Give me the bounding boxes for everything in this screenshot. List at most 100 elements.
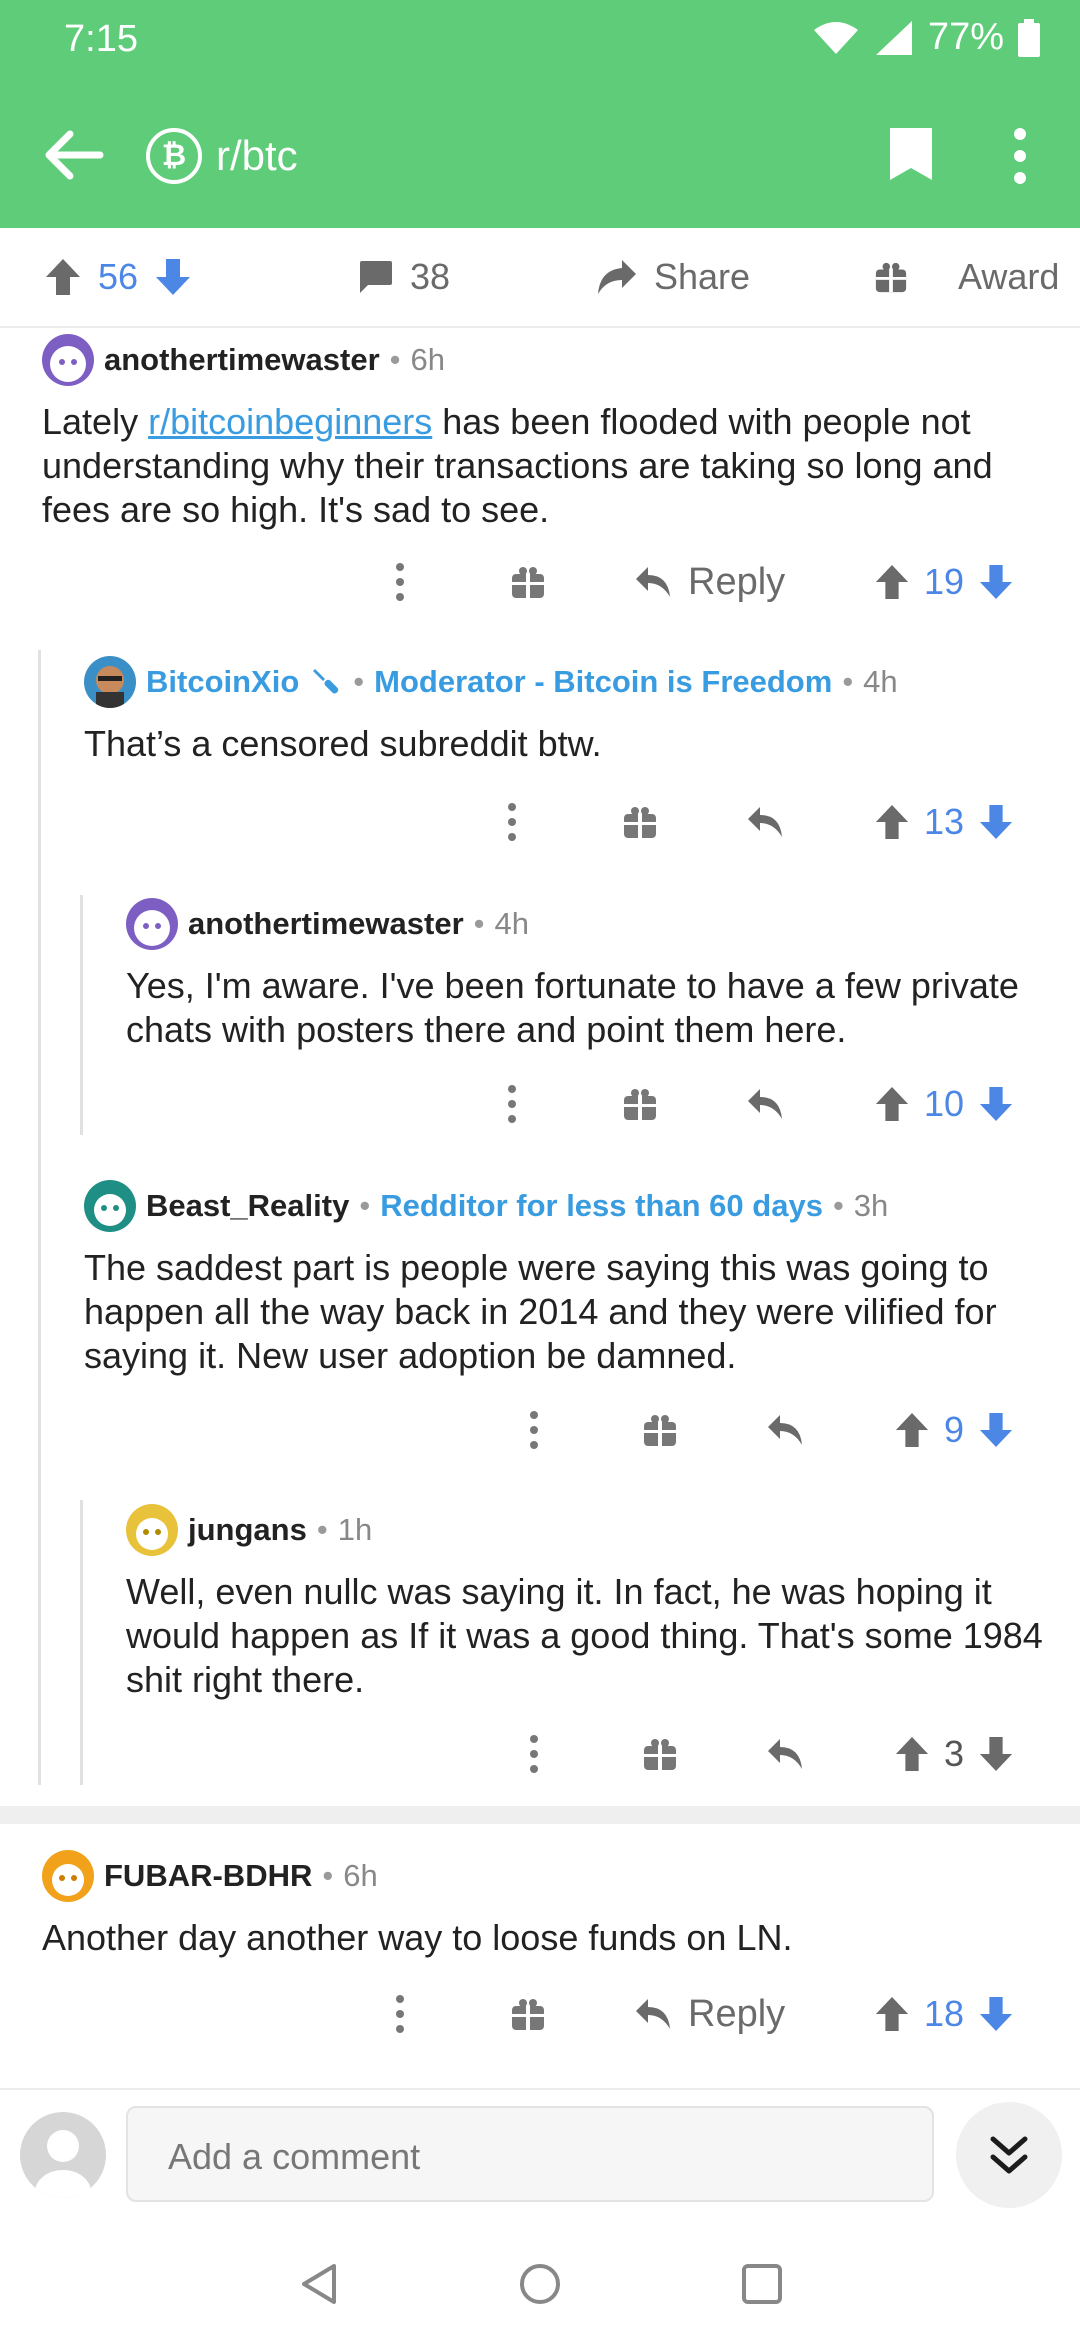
gift-icon[interactable]	[642, 1412, 678, 1448]
reply-label: Reply	[688, 560, 786, 603]
upvote-arrow-icon[interactable]	[44, 257, 82, 297]
reply-arrow-icon	[636, 1999, 670, 2029]
vote-count: 3	[944, 1733, 965, 1774]
bookmark-icon[interactable]	[888, 126, 934, 182]
comment-time: 6h	[410, 342, 445, 377]
upvote-arrow-icon[interactable]	[874, 803, 910, 841]
comment-actions: 10	[0, 1074, 1080, 1134]
username[interactable]: BitcoinXio	[146, 664, 299, 700]
comment-time: 6h	[343, 1858, 378, 1893]
gift-icon[interactable]	[510, 1996, 546, 2032]
avatar[interactable]	[42, 1850, 94, 1902]
nav-recents-icon[interactable]	[740, 2262, 784, 2306]
post-vote-count: 56	[98, 256, 139, 297]
comment-time: 3h	[853, 1188, 889, 1223]
user-avatar[interactable]	[20, 2112, 106, 2198]
more-options-icon[interactable]	[508, 1085, 516, 1123]
avatar[interactable]	[126, 1504, 178, 1556]
more-options-icon[interactable]	[396, 563, 404, 601]
comment-time: 4h	[863, 664, 898, 699]
collapse-button[interactable]	[956, 2102, 1062, 2208]
comment: anothertimewaster • 4h Yes, I'm aware. I…	[126, 898, 1046, 1052]
gift-icon	[875, 262, 907, 293]
username[interactable]: FUBAR-BDHR	[104, 1858, 312, 1894]
comment-body: Another day another way to loose funds o…	[42, 1917, 793, 1958]
reply-arrow-icon	[636, 567, 670, 597]
reply-button[interactable]: Reply	[634, 1993, 785, 2036]
username[interactable]: anothertimewaster	[188, 906, 464, 942]
status-bar: 7:15 77%	[0, 0, 1080, 78]
comment: anothertimewaster • 6h Lately r/bitcoinb…	[42, 334, 1042, 532]
reply-button[interactable]	[746, 1087, 784, 1121]
share-label: Share	[654, 256, 751, 297]
back-arrow-icon[interactable]	[40, 122, 106, 188]
gift-icon[interactable]	[510, 564, 546, 600]
system-nav-bar	[0, 2228, 1080, 2340]
reply-button[interactable]: Reply	[634, 561, 785, 604]
upvote-arrow-icon[interactable]	[874, 1085, 910, 1123]
downvote-arrow-icon[interactable]	[978, 1995, 1014, 2033]
upvote-arrow-icon[interactable]	[874, 1995, 910, 2033]
double-chevron-down-icon	[990, 2136, 1028, 2174]
reply-button[interactable]	[766, 1413, 804, 1447]
reply-arrow-icon	[748, 807, 782, 837]
share-button[interactable]: Share	[596, 256, 750, 298]
comment-bubble-icon	[360, 261, 392, 293]
upvote-arrow-icon[interactable]	[894, 1735, 930, 1773]
downvote-arrow-icon[interactable]	[978, 563, 1014, 601]
subreddit-name: r/btc	[216, 132, 298, 179]
avatar[interactable]	[42, 334, 94, 386]
more-options-icon[interactable]	[530, 1735, 538, 1773]
gift-icon[interactable]	[622, 1086, 658, 1122]
comment: Beast_Reality • Redditor for less than 6…	[84, 1180, 1044, 1378]
comment-time: 1h	[337, 1512, 373, 1547]
share-arrow-icon	[598, 260, 636, 294]
username[interactable]: jungans	[188, 1512, 307, 1548]
upvote-arrow-icon[interactable]	[894, 1411, 930, 1449]
downvote-arrow-icon[interactable]	[978, 1411, 1014, 1449]
avatar[interactable]	[84, 656, 136, 708]
battery-icon	[1018, 18, 1040, 57]
vote-count: 19	[924, 561, 965, 602]
downvote-arrow-icon[interactable]	[978, 1735, 1014, 1773]
comment-body: Well, even nullc was saying it. In fact,…	[126, 1571, 1043, 1700]
reply-button[interactable]	[766, 1737, 804, 1771]
upvote-arrow-icon[interactable]	[874, 563, 910, 601]
app-bar: ₿ r/btc	[0, 100, 1080, 210]
thread-divider	[0, 1806, 1080, 1824]
subreddit-title[interactable]: ₿ r/btc	[146, 128, 298, 184]
comments-count-button[interactable]: 38	[356, 256, 450, 298]
comment: BitcoinXio • Moderator - Bitcoin is Free…	[84, 656, 1044, 766]
more-options-icon[interactable]	[530, 1411, 538, 1449]
gift-icon[interactable]	[622, 804, 658, 840]
post-action-bar: 56 38 Share Award	[0, 228, 1080, 328]
comment-actions: Reply 18	[0, 1984, 1080, 2044]
comment-actions: 13	[0, 792, 1080, 852]
vote-count: 13	[924, 801, 965, 842]
username[interactable]: anothertimewaster	[104, 342, 380, 378]
reply-button[interactable]	[746, 805, 784, 839]
add-comment-input[interactable]: Add a comment	[126, 2106, 934, 2202]
more-options-icon[interactable]	[508, 803, 516, 841]
comment-body: That’s a censored subreddit btw.	[84, 723, 602, 764]
nav-home-icon[interactable]	[518, 2262, 562, 2306]
comment-body: Lately r/bitcoinbeginners has been flood…	[42, 401, 993, 530]
more-options-icon[interactable]	[396, 1995, 404, 2033]
avatar[interactable]	[126, 898, 178, 950]
moderator-wrench-icon	[313, 669, 339, 694]
nav-back-icon[interactable]	[298, 2262, 342, 2306]
comments-count: 38	[410, 256, 451, 297]
award-button[interactable]: Award	[874, 256, 1059, 298]
username[interactable]: Beast_Reality	[146, 1188, 349, 1224]
avatar[interactable]	[84, 1180, 136, 1232]
downvote-arrow-icon[interactable]	[978, 803, 1014, 841]
comment-body: Yes, I'm aware. I've been fortunate to h…	[126, 965, 1019, 1050]
downvote-arrow-icon[interactable]	[978, 1085, 1014, 1123]
vote-count: 18	[924, 1993, 965, 2034]
signal-icon	[875, 20, 912, 55]
gift-icon[interactable]	[642, 1736, 678, 1772]
overflow-menu-icon[interactable]	[1010, 126, 1030, 186]
reply-arrow-icon	[748, 1089, 782, 1119]
downvote-arrow-icon[interactable]	[154, 257, 192, 297]
subreddit-link[interactable]: r/bitcoinbeginners	[148, 401, 432, 442]
